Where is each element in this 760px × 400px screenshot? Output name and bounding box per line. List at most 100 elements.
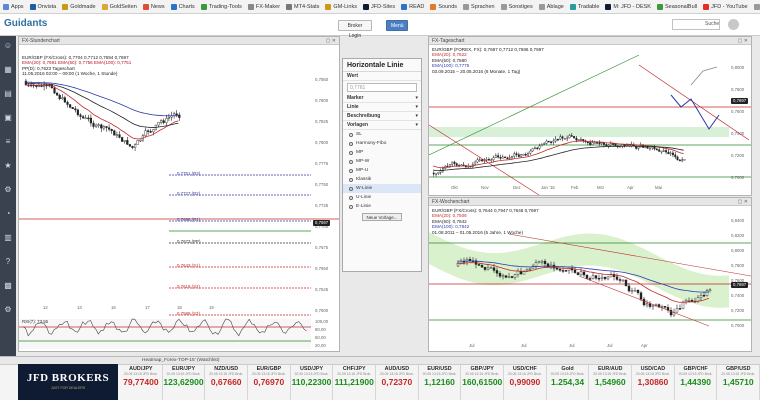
template-option[interactable]: Harmony-Fibo (343, 139, 421, 148)
guidants-logo[interactable]: Guidants (4, 18, 47, 29)
bell-icon[interactable]: ◔ (0, 206, 16, 220)
bookmark-item[interactable]: Sprachen (463, 3, 495, 10)
list-icon[interactable]: ≡ (0, 134, 16, 148)
close-icon[interactable]: ▢ ✕ (738, 37, 748, 44)
close-icon[interactable]: ▢ ✕ (738, 198, 748, 205)
ticker-source: 20.05 13:15 JFD Brok. (123, 372, 158, 376)
news-icon[interactable]: ▥ (0, 230, 16, 244)
template-label: Harmony-Fibo (356, 141, 387, 146)
panel-section[interactable]: Marker ▾ (343, 94, 421, 103)
candle (528, 268, 532, 270)
bookmark-item[interactable]: GM-Links (325, 3, 357, 10)
folder2-icon[interactable]: ▩ (0, 278, 16, 292)
ticker-tile[interactable]: GBP/CHF 20.05 13:15 JFD Brok. 1,44390 (675, 365, 718, 400)
menu-button[interactable]: Menü (386, 20, 408, 31)
ticker-price: 1,30860 (637, 377, 669, 387)
bookmark-item[interactable]: Sonstiges (500, 3, 533, 10)
folder-icon[interactable]: ▣ (0, 110, 16, 124)
template-option[interactable]: MP-U (343, 166, 421, 175)
avatar[interactable] (728, 19, 739, 30)
section-label: Linie (347, 104, 359, 110)
ticker-tile[interactable]: Gold 20.05 13:15 JFD Brok. 1.254,34 (547, 365, 590, 400)
settings-icon[interactable]: ⚙ (0, 302, 16, 316)
broker-login-button[interactable]: Broker Login (338, 20, 372, 39)
wert-input[interactable]: 0,7761 (347, 83, 417, 92)
candle (459, 261, 463, 264)
candle (437, 171, 440, 174)
candle (598, 142, 601, 144)
bookmark-icon (200, 3, 207, 10)
candle (660, 150, 663, 153)
grid-icon[interactable]: ▦ (0, 62, 16, 76)
ticker-tile[interactable]: AUD/JPY 20.05 13:15 JFD Brok. 79,77400 (120, 365, 163, 400)
candle (639, 292, 643, 300)
bookmark-item[interactable]: FX-Maker (247, 3, 280, 10)
candle (149, 131, 152, 133)
ticker-tile[interactable]: EUR/JPY 20.05 13:15 JFD Brok. 123,62900 (163, 365, 206, 400)
candle (498, 273, 502, 277)
bookmark-item[interactable]: News (142, 3, 165, 10)
bookmark-item[interactable]: Onvista (29, 3, 56, 10)
date-tick: Jul (469, 343, 475, 348)
bookmark-item[interactable]: Ablage (538, 3, 564, 10)
ticker-tile[interactable]: AUD/USD 20.05 13:15 JFD Brok. 0,72370 (376, 365, 419, 400)
ticker-tile[interactable]: GBP/JPY 20.05 13:15 JFD Brok. 160,61500 (461, 365, 505, 400)
candle (534, 262, 538, 267)
close-icon[interactable]: ▢ ✕ (326, 37, 336, 44)
bookmark-item[interactable]: Goldmade (62, 3, 96, 10)
panel-section[interactable]: Linie ▾ (343, 103, 421, 112)
gear-icon[interactable]: ⚙ (0, 182, 16, 196)
star-icon[interactable]: ★ (0, 158, 16, 172)
broker-name: JFD BROKERS (26, 372, 110, 384)
ticker-tile[interactable]: NZD/USD 20.05 13:15 JFD Brok. 0,67660 (205, 365, 249, 400)
window-title-bar[interactable]: FX-Wochenchart ▢ ✕ (429, 198, 751, 206)
bookmark-item[interactable]: Medien - Hypersinn (753, 3, 760, 10)
ticker-tile[interactable]: USD/CHF 20.05 13:15 JFD Brok. 0,99090 (504, 365, 547, 400)
window-title-bar[interactable]: FX-Stundenchart ▢ ✕ (19, 37, 339, 45)
candle (480, 265, 484, 268)
panel-section[interactable]: Beschreibung ▾ (343, 112, 421, 121)
bookmark-item[interactable]: MT4-Stats (286, 3, 319, 10)
bookmark-item[interactable]: Charts (170, 3, 195, 10)
bookmark-item[interactable]: JFD - YouTube (703, 3, 748, 10)
template-option[interactable]: U-Linie (343, 193, 421, 202)
ticker-tile[interactable]: EUR/AUD 20.05 13:15 JFD Brok. 1,54960 (589, 365, 633, 400)
ticker-tile[interactable]: USD/CAD 20.05 13:15 JFD Brok. 1,30860 (632, 365, 675, 400)
bookmark-item[interactable]: Sounds (430, 3, 457, 10)
template-option[interactable]: MP (343, 148, 421, 157)
help-icon[interactable]: ? (0, 254, 16, 268)
panel-section[interactable]: Vorlagen ▾ (343, 121, 421, 130)
bookmark-item[interactable]: READ (401, 3, 424, 10)
price-tick: 0,7800 (315, 140, 329, 145)
candle (497, 155, 500, 158)
ticker-tile[interactable]: EUR/GBP 20.05 13:15 JFD Brok. 0,76970 (248, 365, 291, 400)
new-template-button[interactable]: Neue Vorlage... (362, 213, 402, 221)
bookmark-item[interactable]: SeasonalBull (656, 3, 697, 10)
window-title-bar[interactable]: FX-Tageschart ▢ ✕ (429, 37, 751, 45)
daily-chart-window[interactable]: FX-Tageschart ▢ ✕ EUR/GBP (FOREX, FX): 0,… (428, 36, 752, 196)
ticker-tile[interactable]: CHF/JPY 20.05 13:15 JFD Brok. 111,21900 (333, 365, 377, 400)
bookmark-icon (101, 3, 108, 10)
chart-icon[interactable]: ▤ (0, 86, 16, 100)
bookmark-item[interactable]: Tradable (569, 3, 599, 10)
radio-icon (349, 132, 353, 137)
template-option[interactable]: SL (343, 130, 421, 139)
template-option[interactable]: Klassik (343, 175, 421, 184)
weekly-chart-window[interactable]: FX-Wochenchart ▢ ✕ EUR/GBP (FX/Cross): 0,… (428, 197, 752, 352)
ticker-tile[interactable]: GBP/USD 20.05 13:15 JFD Brok. 1,45710 (717, 365, 760, 400)
template-option[interactable]: MP-W (343, 157, 421, 166)
ticker-tile[interactable]: EUR/USD 20.05 13:15 JFD Brok. 1,12160 (419, 365, 462, 400)
bookmark-item[interactable]: Apps (3, 3, 24, 10)
horizontal-line-panel[interactable]: Horizontale Linie Wert 0,7761 Marker ▾ Lin… (342, 58, 422, 272)
template-option[interactable]: W-Linie (343, 184, 421, 193)
ticker-tile[interactable]: USD/JPY 20.05 13:15 JFD Brok. 110,22300 (291, 365, 334, 400)
bookmark-item[interactable]: Trading-Tools (200, 3, 242, 10)
search-input[interactable]: Suche (672, 19, 720, 30)
bookmark-item[interactable]: GoldSeiten (101, 3, 137, 10)
bookmark-item[interactable]: M: JFD - DESK (605, 3, 651, 10)
bookmark-item[interactable]: JFD-Sites (362, 3, 395, 10)
candle (123, 140, 126, 142)
user-icon[interactable]: ☺ (0, 38, 16, 52)
hourly-chart-window[interactable]: FX-Stundenchart▢ ✕ VolumenStochEMAEMA1 M… (18, 36, 340, 352)
template-option[interactable]: E-Linie (343, 202, 421, 211)
